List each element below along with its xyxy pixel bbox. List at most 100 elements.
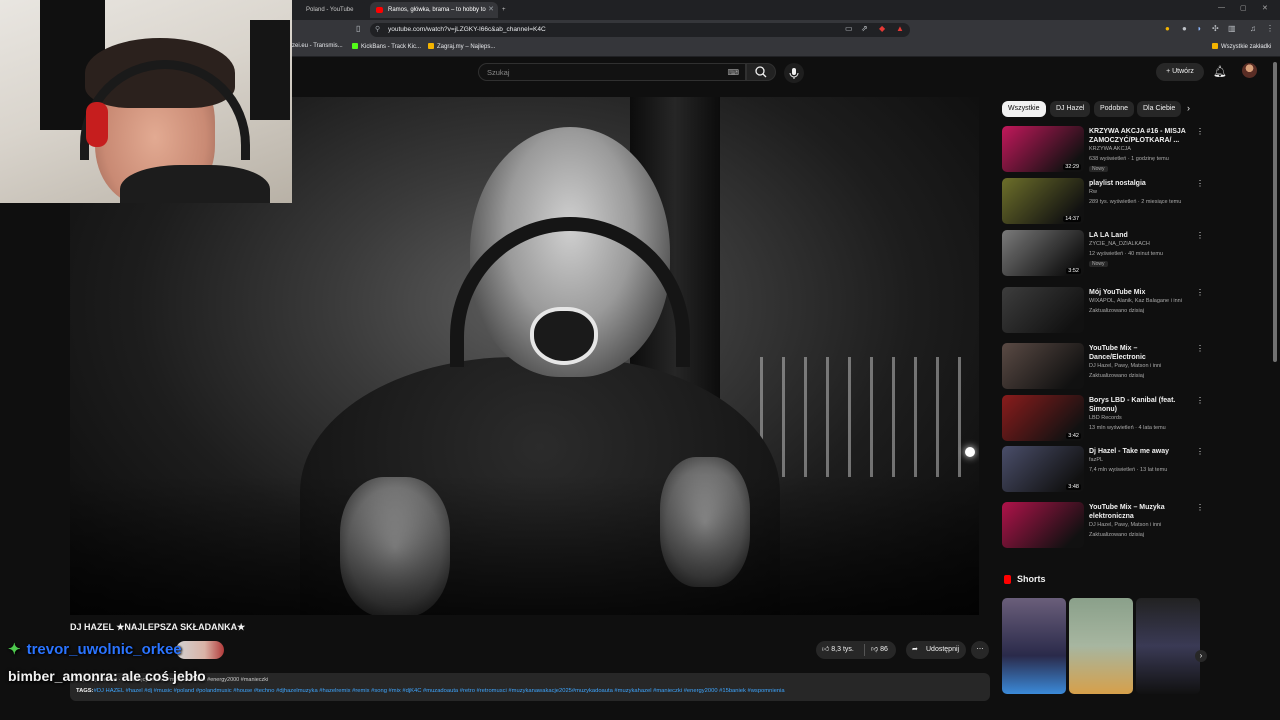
close-window-icon[interactable]: ✕	[1262, 4, 1268, 12]
recommendation-channel[interactable]: ZYCIE_NA_DZIALKACH	[1089, 241, 1150, 247]
short-thumbnail[interactable]	[1069, 598, 1133, 694]
recommendation-item[interactable]: 14:37 playlist nostalgia Rw 289 tys. wyświe…	[1002, 178, 1204, 228]
share-page-icon[interactable]: ⇗	[861, 24, 868, 33]
extension-shield-icon[interactable]: ◆	[879, 24, 885, 33]
recommendation-thumbnail[interactable]	[1002, 502, 1084, 548]
close-tab-icon[interactable]: ✕	[488, 2, 494, 18]
tab-active-video[interactable]: Ramos, główka, brama – to hobby to ✕	[370, 2, 498, 18]
share-button[interactable]: ➦ Udostępnij	[906, 641, 966, 659]
shorts-next-icon[interactable]: ›	[1195, 650, 1207, 662]
bookmark-icon[interactable]: ▯	[356, 24, 360, 33]
recommendation-item[interactable]: 32:29 KRZYWA AKCJA #16 - MISJA ZAMOCZYĆ/P…	[1002, 126, 1204, 176]
extensions-puzzle-icon[interactable]: ✣	[1212, 24, 1219, 33]
video-duration: 32:29	[1063, 164, 1081, 170]
youtube-favicon-icon	[376, 7, 383, 13]
chip-similar[interactable]: Podobne	[1094, 101, 1135, 117]
recommendation-thumbnail[interactable]: 3:48	[1002, 446, 1084, 492]
notifications-bell-icon[interactable]: 🔔︎	[1213, 65, 1227, 78]
extension-icon[interactable]: ●	[1182, 24, 1187, 33]
recommendation-item[interactable]: 3:52 LA LA Land ZYCIE_NA_DZIALKACH 12 wyświ…	[1002, 230, 1204, 280]
video-description[interactable]: 7 tys. wyświetleń · 9 miesięcy temu · #m…	[70, 673, 990, 701]
folder-icon	[1212, 43, 1218, 49]
recommendation-meta: 289 tys. wyświetleń · 2 miesiące temu	[1089, 199, 1182, 205]
chip-all[interactable]: Wszystkie	[1002, 101, 1046, 117]
voice-search-button[interactable]	[784, 63, 804, 83]
recommendation-item[interactable]: 3:48 Dj Hazel - Take me away fazPL 7,4 mln …	[1002, 446, 1204, 496]
site-info-icon[interactable]: ⚲	[375, 23, 380, 37]
video-duration: 3:48	[1066, 484, 1081, 490]
recommendation-item[interactable]: YouTube Mix – Dance/Electronic DJ Hazel, …	[1002, 343, 1204, 393]
thumbs-up-icon: 👍︎	[822, 646, 830, 653]
recommendation-title[interactable]: YouTube Mix – Dance/Electronic	[1089, 344, 1189, 362]
chat-message: ✦ trevor_uwolnic_orkee	[8, 640, 182, 658]
chip-dj-hazel[interactable]: DJ Hazel	[1050, 101, 1091, 117]
extension-sound-icon[interactable]: ◗	[1197, 24, 1202, 33]
chat-message: bimber_amonra: ale coś jebło	[8, 668, 206, 684]
browser-menu-icon[interactable]: ⋮	[1266, 24, 1274, 33]
recommendation-channel[interactable]: KRZYWA AKCJA	[1089, 146, 1131, 152]
avatar[interactable]	[1242, 63, 1257, 78]
recommendation-item[interactable]: 3:42 Borys LBD - Kanibal (feat. Simonu) LB…	[1002, 395, 1204, 445]
recommendation-thumbnail[interactable]	[1002, 343, 1084, 389]
like-button[interactable]: 👍︎ 8,3 tys.	[822, 641, 854, 659]
recommendation-thumbnail[interactable]: 3:42	[1002, 395, 1084, 441]
recommendation-channel[interactable]: DJ Hazel, Pawy, Matson i inni	[1089, 522, 1161, 528]
more-options-icon[interactable]: ⋮	[1196, 503, 1204, 512]
more-options-icon[interactable]: ⋮	[1196, 179, 1204, 188]
keyboard-icon[interactable]: ⌨	[727, 64, 739, 82]
sidepanel-icon[interactable]: ▥	[1228, 24, 1236, 33]
cast-icon[interactable]: ▭	[845, 24, 853, 33]
short-thumbnail[interactable]	[1136, 598, 1200, 694]
chevron-right-icon[interactable]: ›	[1187, 103, 1190, 113]
tab-youtube-poland[interactable]: Poland - YouTube	[288, 2, 368, 18]
more-options-icon[interactable]: ⋮	[1196, 127, 1204, 136]
minimize-icon[interactable]: —	[1218, 4, 1225, 11]
maximize-icon[interactable]: ▢	[1240, 4, 1247, 12]
search-button[interactable]	[746, 63, 776, 81]
recommendation-title[interactable]: KRZYWA AKCJA #16 - MISJA ZAMOCZYĆ/PŁOTKA…	[1089, 127, 1189, 145]
recommendation-thumbnail[interactable]	[1002, 287, 1084, 333]
search-input[interactable]: Szukaj ⌨	[478, 63, 746, 81]
recommendation-title[interactable]: Borys LBD - Kanibal (feat. Simonu)	[1089, 396, 1189, 414]
more-options-icon[interactable]: ⋮	[1196, 288, 1204, 297]
chip-for-you[interactable]: Dla Ciebie	[1137, 101, 1181, 117]
kickbans-icon	[352, 43, 358, 49]
recommendation-item[interactable]: YouTube Mix – Muzyka elektroniczna DJ Haz…	[1002, 502, 1204, 552]
recommendation-channel[interactable]: DJ Hazel, Pawy, Matson i inni	[1089, 363, 1161, 369]
extension-alert-icon[interactable]: ▲	[896, 24, 904, 33]
more-options-icon[interactable]: ⋮	[1196, 344, 1204, 353]
recommendation-meta: 7,4 mln wyświetleń · 13 lat temu	[1089, 467, 1168, 473]
chat-username: trevor_uwolnic_orkee	[26, 641, 182, 658]
recommendation-item[interactable]: Mój YouTube Mix WIXAPOL, Alanik, Kaz Bala…	[1002, 287, 1204, 337]
more-options-icon[interactable]: ⋮	[1196, 396, 1204, 405]
bookmark-item[interactable]: Zagraj.my – Najleps...	[428, 43, 495, 50]
new-tab-button[interactable]: +	[498, 2, 512, 18]
recommendation-channel[interactable]: WIXAPOL, Alanik, Kaz Balagane i inni	[1089, 298, 1182, 304]
recommendation-title[interactable]: Dj Hazel - Take me away	[1089, 447, 1189, 456]
tab-label: Ramos, główka, brama – to hobby to	[388, 7, 486, 13]
recommendation-channel[interactable]: fazPL	[1089, 457, 1103, 463]
dislike-button[interactable]: 👎︎ 86	[871, 641, 888, 659]
bookmark-item[interactable]: KickBans - Track Kic...	[352, 43, 421, 50]
url-field[interactable]: ⚲ youtube.com/watch?v=jLZGKY-I66c&ab_cha…	[370, 23, 910, 37]
recommendation-channel[interactable]: LBD Records	[1089, 415, 1122, 421]
recommendation-thumbnail[interactable]: 3:52	[1002, 230, 1084, 276]
short-thumbnail[interactable]	[1002, 598, 1066, 694]
more-options-icon[interactable]: ⋮	[1196, 231, 1204, 240]
recommendation-title[interactable]: YouTube Mix – Muzyka elektroniczna	[1089, 503, 1189, 521]
recommendation-title[interactable]: playlist nostalgia	[1089, 179, 1189, 188]
recommendation-thumbnail[interactable]: 14:37	[1002, 178, 1084, 224]
page-scrollbar[interactable]	[1273, 62, 1277, 362]
shorts-icon	[1004, 575, 1011, 584]
more-actions-button[interactable]: ⋯	[971, 641, 989, 659]
media-control-icon[interactable]: ♫	[1250, 24, 1256, 33]
recommendation-thumbnail[interactable]: 32:29	[1002, 126, 1084, 172]
more-options-icon[interactable]: ⋮	[1196, 447, 1204, 456]
extension-coin-icon[interactable]: ●	[1165, 24, 1170, 33]
recommendation-title[interactable]: Mój YouTube Mix	[1089, 288, 1189, 297]
recommendation-channel[interactable]: Rw	[1089, 189, 1097, 195]
create-button[interactable]: + Utwórz	[1156, 63, 1204, 81]
all-bookmarks-folder[interactable]: Wszystkie zakładki	[1212, 43, 1271, 50]
recommendation-title[interactable]: LA LA Land	[1089, 231, 1189, 240]
bookmark-item[interactable]: zei.eu - Transmis...	[292, 43, 343, 49]
